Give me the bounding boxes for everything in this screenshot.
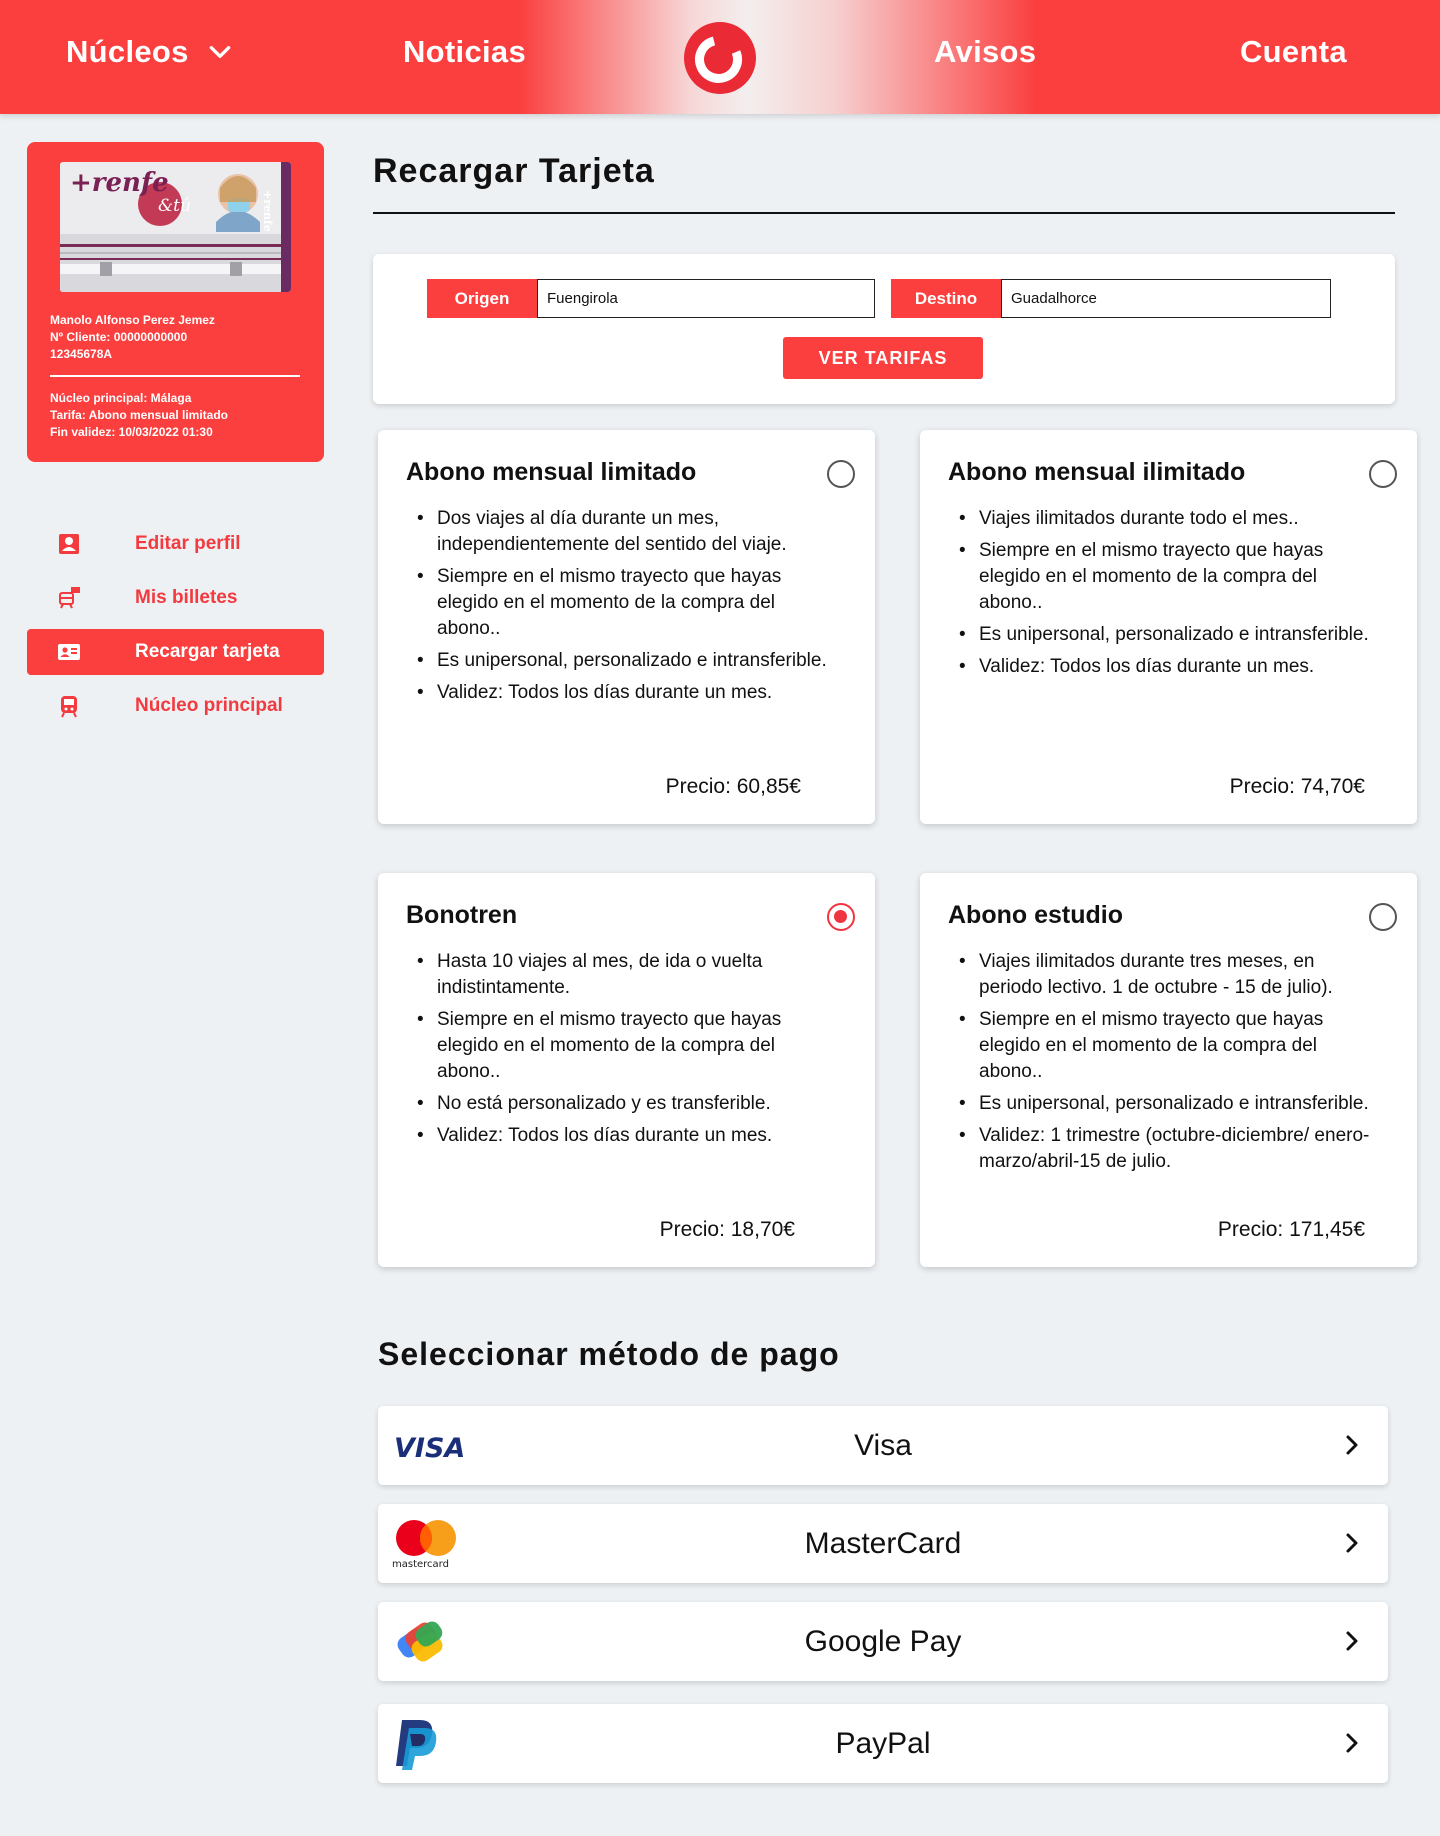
plan-feature: Es unipersonal, personalizado e intransf…	[948, 622, 1377, 648]
route-panel: Origen Destino VER TARIFAS	[373, 254, 1395, 404]
plan-radio[interactable]	[827, 460, 855, 488]
top-navigation-bar: Núcleos Noticias Avisos Cuenta	[0, 0, 1440, 114]
sidebar-item-label: Editar perfil	[135, 533, 241, 554]
plan-price: Precio: 60,85€	[665, 775, 801, 798]
plan-radio-selected[interactable]	[827, 903, 855, 931]
card-divider	[50, 375, 300, 377]
train-icon	[61, 696, 77, 718]
plan-feature: Siempre en el mismo trayecto que hayas e…	[948, 538, 1377, 616]
user-tariff-block: Núcleo principal: Málaga Tarifa: Abono m…	[50, 390, 228, 441]
id-card-icon	[58, 644, 80, 660]
plan-feature: Es unipersonal, personalizado e intransf…	[948, 1091, 1377, 1117]
nav-avisos[interactable]: Avisos	[934, 34, 1036, 70]
plan-price: Precio: 171,45€	[1217, 1218, 1365, 1241]
payment-label: PayPal	[835, 1726, 931, 1760]
renfe-logo[interactable]	[684, 22, 756, 94]
user-validez: Fin validez: 10/03/2022 01:30	[50, 425, 213, 439]
card-side-text: +renfe	[261, 190, 274, 232]
plan-feature: Validez: Todos los días durante un mes.	[406, 680, 835, 706]
nav-cuenta[interactable]: Cuenta	[1240, 34, 1347, 70]
profile-icon	[59, 534, 79, 554]
plan-card[interactable]: Abono estudio Viajes ilimitados durante …	[920, 873, 1417, 1267]
payment-label: Visa	[854, 1428, 912, 1462]
destino-input[interactable]	[1001, 279, 1331, 318]
user-tarifa: Tarifa: Abono mensual limitado	[50, 408, 229, 422]
plan-title: Abono estudio	[948, 901, 1123, 929]
plan-features: Dos viajes al día durante un mes, indepe…	[406, 506, 835, 712]
plan-price: Precio: 74,70€	[1229, 775, 1365, 798]
plan-feature: No está personalizado y es transferible.	[406, 1091, 835, 1117]
plan-feature: Dos viajes al día durante un mes, indepe…	[406, 506, 835, 558]
card-brand-text: +renfe	[70, 168, 169, 198]
payment-label: Google Pay	[804, 1624, 962, 1658]
user-card-panel: +renfe &tú +renfe Manolo Alfonso Perez J…	[27, 142, 324, 462]
sidebar-item-label: Recargar tarjeta	[135, 641, 280, 662]
plan-feature: Viajes ilimitados durante todo el mes..	[948, 506, 1377, 532]
renfe-logo-icon	[685, 23, 755, 93]
origen-label: Origen	[427, 279, 537, 318]
plan-radio[interactable]	[1369, 460, 1397, 488]
origen-input[interactable]	[537, 279, 875, 318]
nav-nucleos-dropdown[interactable]: Núcleos	[66, 34, 233, 70]
plan-title: Abono mensual limitado	[406, 458, 697, 486]
chevron-right-icon	[1346, 1733, 1358, 1753]
user-id: 12345678A	[50, 347, 113, 361]
plan-title: Bonotren	[406, 901, 518, 929]
sidebar-item-label: Núcleo principal	[135, 695, 283, 716]
plan-feature: Viajes ilimitados durante tres meses, en…	[948, 949, 1377, 1001]
user-client-number: Nº Cliente: 00000000000	[50, 330, 188, 344]
payment-option-visa[interactable]: VISA Visa	[378, 1406, 1388, 1485]
ver-tarifas-button[interactable]: VER TARIFAS	[783, 337, 983, 379]
page-title: Recargar Tarjeta	[373, 152, 655, 190]
nav-nucleos-label: Núcleos	[66, 34, 189, 69]
chevron-right-icon	[1346, 1631, 1358, 1651]
plan-feature: Es unipersonal, personalizado e intransf…	[406, 648, 835, 674]
chevron-right-icon	[1346, 1533, 1358, 1553]
plan-card[interactable]: Bonotren Hasta 10 viajes al mes, de ida …	[378, 873, 875, 1267]
payment-section-title: Seleccionar método de pago	[378, 1336, 840, 1372]
payment-option-mastercard[interactable]: mastercard MasterCard	[378, 1504, 1388, 1583]
chevron-right-icon	[1346, 1435, 1358, 1455]
plan-feature: Validez: Todos los días durante un mes.	[406, 1123, 835, 1149]
payment-label: MasterCard	[804, 1526, 962, 1560]
sidebar-item-label: Mis billetes	[135, 587, 238, 608]
card-sub-text: &tú	[158, 196, 191, 216]
nav-noticias[interactable]: Noticias	[403, 34, 526, 70]
destino-label: Destino	[891, 279, 1001, 318]
plan-feature: Siempre en el mismo trayecto que hayas e…	[948, 1007, 1377, 1085]
sidebar-item-mis-billetes[interactable]: Mis billetes	[27, 575, 324, 621]
user-nucleo: Núcleo principal: Málaga	[50, 391, 192, 405]
renfe-card-image: +renfe &tú +renfe	[60, 162, 291, 292]
plan-feature: Validez: Todos los días durante un mes.	[948, 654, 1377, 680]
plan-price: Precio: 18,70€	[659, 1218, 795, 1241]
sidebar-item-recargar-tarjeta[interactable]: Recargar tarjeta	[27, 629, 324, 675]
user-info-block: Manolo Alfonso Perez Jemez Nº Cliente: 0…	[50, 312, 215, 363]
plan-features: Hasta 10 viajes al mes, de ida o vuelta …	[406, 949, 835, 1155]
plan-radio[interactable]	[1369, 903, 1397, 931]
plan-feature: Siempre en el mismo trayecto que hayas e…	[406, 564, 835, 642]
sidebar-item-nucleo-principal[interactable]: Núcleo principal	[27, 683, 324, 729]
plan-card[interactable]: Abono mensual limitado Dos viajes al día…	[378, 430, 875, 824]
train-ticket-icon	[59, 587, 80, 609]
plan-features: Viajes ilimitados durante todo el mes.. …	[948, 506, 1377, 686]
chevron-down-icon	[209, 46, 230, 58]
plan-title: Abono mensual ilimitado	[948, 458, 1246, 486]
sidebar-item-editar-perfil[interactable]: Editar perfil	[27, 521, 324, 567]
plan-feature: Validez: 1 trimestre (octubre-diciembre/…	[948, 1123, 1377, 1175]
plan-feature: Hasta 10 viajes al mes, de ida o vuelta …	[406, 949, 835, 1001]
sidebar-menu: Editar perfil Mis billetes Recargar tarj…	[27, 521, 324, 737]
plan-card[interactable]: Abono mensual ilimitado Viajes ilimitado…	[920, 430, 1417, 824]
title-divider	[373, 212, 1395, 214]
payment-option-google-pay[interactable]: Google Pay	[378, 1602, 1388, 1681]
payment-option-paypal[interactable]: PayPal	[378, 1704, 1388, 1783]
plan-feature: Siempre en el mismo trayecto que hayas e…	[406, 1007, 835, 1085]
plan-features: Viajes ilimitados durante tres meses, en…	[948, 949, 1377, 1181]
user-name: Manolo Alfonso Perez Jemez	[50, 313, 215, 327]
